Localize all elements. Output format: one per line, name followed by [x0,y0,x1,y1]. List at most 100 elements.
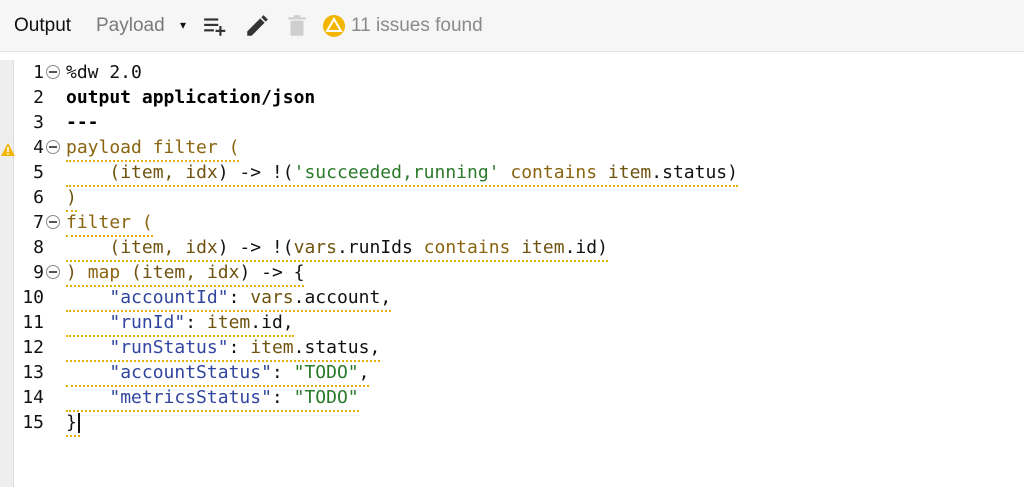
code-token: "runId" [109,312,186,333]
code-text: ) map (item, idx) -> { [66,260,305,287]
code-token: } [66,412,77,433]
line-number: 3 [33,112,44,133]
code-token: ( [217,137,240,158]
code-token: .id) [564,237,608,258]
code-line: 5 (item, idx) -> !('succeeded,running' c… [0,160,1024,187]
code-token: contains [510,162,598,183]
line-number: 15 [22,412,44,433]
code-text: --- [66,110,99,135]
code-text: ( item, idx) -> !('succeeded,running' con… [66,160,738,187]
playlist-add-icon[interactable] [202,13,228,39]
code-token: idx [206,262,240,283]
line-number: 10 [22,287,44,308]
code-token: .id, [250,312,294,333]
line-number: 2 [33,87,44,108]
line-number: 1 [33,62,44,83]
fold-icon[interactable] [46,265,60,279]
code-line: 3 --- [0,110,1024,135]
code-token: .status, [293,337,381,358]
fold-icon[interactable] [46,215,60,229]
header-separator: --- [66,112,99,133]
code-token: ) -> !( [217,237,294,258]
code-line: 15 } [0,410,1024,437]
code-token: ( [120,262,142,283]
payload-select[interactable]: Payload [96,15,165,37]
code-token: payload [66,137,142,158]
chevron-down-icon[interactable]: ▾ [180,18,186,32]
code-token: vars [250,287,294,308]
code-token: "TODO" [293,387,359,408]
code-token: : [185,312,207,333]
code-text: filter ( [66,210,153,237]
code-line: 6 ) [0,185,1024,212]
line-number: 12 [22,337,44,358]
code-token: item [120,237,164,258]
code-token: , [163,162,186,183]
code-text: %dw 2.0 [66,60,142,85]
fold-icon[interactable] [46,140,60,154]
code-token: item [607,162,652,183]
line-number: 4 [33,137,44,158]
code-text: output application/json [66,85,315,110]
code-token: : [228,287,251,308]
fold-icon[interactable] [46,65,60,79]
pencil-icon[interactable] [244,13,270,39]
code-token: filter [66,212,132,233]
code-line: 7 filter ( [0,210,1024,237]
line-number: 6 [33,187,44,208]
code-token: .runIds [336,237,424,258]
code-token: , [163,237,186,258]
code-token: item [206,312,251,333]
line-number: 9 [33,262,44,283]
code-line: 2 output application/json [0,85,1024,110]
code-token: "metricsStatus" [109,387,272,408]
issues-count[interactable]: 11 issues found [351,15,483,37]
code-token: ) [66,187,77,208]
line-number: 13 [22,362,44,383]
code-token: ) -> !( [217,162,294,183]
code-token: ) [66,262,88,283]
code-line: 8 (item, idx) -> !(vars.runIds contains … [0,235,1024,262]
code-token: ( [66,162,121,183]
header-directive: %dw 2.0 [66,62,142,83]
code-line: 4 payload filter ( [0,135,1024,162]
code-token: idx [185,162,218,183]
code-token: map [87,262,121,283]
code-text: payload filter ( [66,135,240,162]
code-editor[interactable]: 1 %dw 2.0 2 output application/json 3 --… [0,60,1024,487]
code-token: ) -> { [239,262,305,283]
code-token: item [521,237,565,258]
code-token: vars [293,237,337,258]
trash-icon[interactable] [284,13,310,39]
code-token: : [228,337,251,358]
code-line: 10 "accountId": vars.account, [0,285,1024,312]
code-line: 13 "accountStatus": "TODO", [0,360,1024,387]
code-token: item [250,337,294,358]
code-token: "accountId" [109,287,229,308]
line-number: 11 [22,312,44,333]
output-directive: output application/json [66,87,316,108]
code-token: item [141,262,186,283]
code-token: .account, [293,287,392,308]
code-token: filter [152,137,218,158]
code-token: "accountStatus" [109,362,272,383]
code-line: 14 "metricsStatus": "TODO" [0,385,1024,412]
code-line: 9 ) map (item, idx) -> { [0,260,1024,287]
code-token: ( [66,237,121,258]
code-token: , [185,262,207,283]
code-line: 1 %dw 2.0 [0,60,1024,85]
panel-title: Output [14,15,72,36]
warning-icon[interactable] [322,14,346,38]
code-line: 11 "runId": item.id, [0,310,1024,337]
code-token: .status) [651,162,738,183]
code-text: "accountStatus": "TODO", [66,360,370,387]
code-line: 12 "runStatus": item.status, [0,335,1024,362]
code-token: 'succeeded,running' [293,162,500,183]
